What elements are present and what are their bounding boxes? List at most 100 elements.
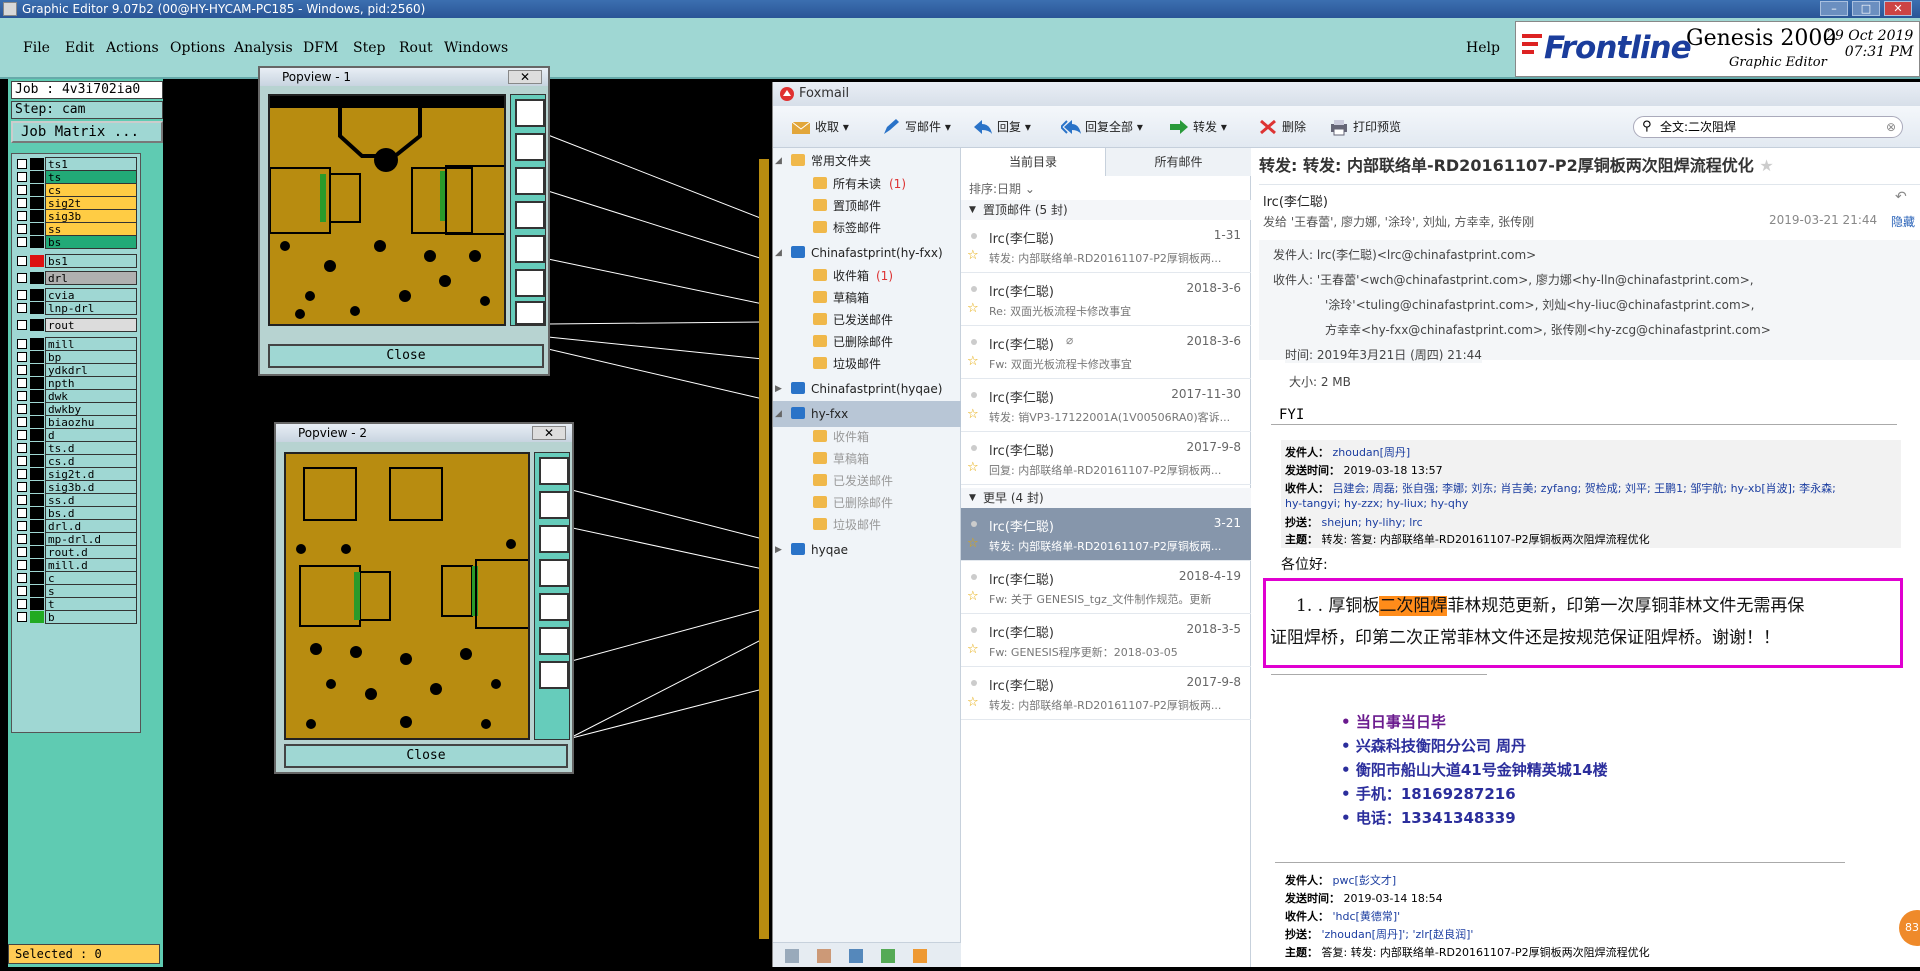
layer-name[interactable]: mill.d bbox=[45, 558, 137, 572]
layer-name[interactable]: bs1 bbox=[45, 254, 137, 268]
layer-name[interactable]: dwk bbox=[45, 389, 137, 403]
layer-color-swatch[interactable] bbox=[30, 289, 44, 301]
layer-color-swatch[interactable] bbox=[30, 184, 44, 196]
layer-color-swatch[interactable] bbox=[30, 236, 44, 248]
layer-checkbox[interactable] bbox=[17, 211, 27, 221]
layer-checkbox[interactable] bbox=[17, 469, 27, 479]
layer-row[interactable]: cs.d bbox=[14, 454, 139, 468]
layer-checkbox[interactable] bbox=[17, 612, 27, 622]
layer-color-swatch[interactable] bbox=[30, 598, 44, 610]
star-icon[interactable]: ☆ bbox=[967, 589, 979, 604]
layer-row[interactable]: bp bbox=[14, 350, 139, 364]
layer-checkbox[interactable] bbox=[17, 404, 27, 414]
layer-row[interactable]: ts bbox=[14, 170, 139, 184]
layer-checkbox[interactable] bbox=[17, 586, 27, 596]
layer-row[interactable]: drl bbox=[14, 271, 139, 285]
notes-shortcut-icon[interactable] bbox=[881, 949, 895, 963]
zoom-out-icon[interactable] bbox=[515, 301, 545, 325]
reply-arrow-icon[interactable]: ↶ bbox=[1895, 189, 1907, 205]
layer-name[interactable]: ss.d bbox=[45, 493, 137, 507]
q2-from-value[interactable]: pwc[彭文才] bbox=[1333, 874, 1397, 887]
pan-down-icon[interactable] bbox=[539, 525, 569, 553]
layer-row[interactable]: ts1 bbox=[14, 157, 139, 171]
layer-row[interactable]: bs bbox=[14, 235, 139, 249]
layer-color-swatch[interactable] bbox=[30, 455, 44, 467]
popview-2-canvas[interactable] bbox=[284, 452, 530, 740]
layer-row[interactable]: rout bbox=[14, 318, 139, 332]
forward-button[interactable]: 转发 ▾ bbox=[1169, 118, 1227, 136]
star-icon[interactable]: ☆ bbox=[967, 695, 979, 710]
layer-name[interactable]: sig2t.d bbox=[45, 467, 137, 481]
read-status-dot[interactable] bbox=[971, 339, 977, 345]
layer-row[interactable]: cs bbox=[14, 183, 139, 197]
layer-color-swatch[interactable] bbox=[30, 319, 44, 331]
popview-2-close-icon[interactable]: ✕ bbox=[532, 426, 566, 440]
layer-checkbox[interactable] bbox=[17, 339, 27, 349]
layer-name[interactable]: cs.d bbox=[45, 454, 137, 468]
layer-color-swatch[interactable] bbox=[30, 302, 44, 314]
layer-color-swatch[interactable] bbox=[30, 403, 44, 415]
clear-search-icon[interactable]: ⊗ bbox=[1886, 117, 1896, 137]
layer-name[interactable]: ts bbox=[45, 170, 137, 184]
layer-name[interactable]: b bbox=[45, 610, 137, 624]
mail-list-item[interactable]: ☆ lrc(李仁聪) 2017-9-8 回复: 内部联络单-RD20161107-P2… bbox=[961, 432, 1251, 485]
layer-row[interactable]: ts.d bbox=[14, 441, 139, 455]
menu-windows[interactable]: Windows bbox=[444, 40, 508, 56]
layer-checkbox[interactable] bbox=[17, 573, 27, 583]
layer-row[interactable]: mill bbox=[14, 337, 139, 351]
calendar-shortcut-icon[interactable] bbox=[849, 949, 863, 963]
layer-color-swatch[interactable] bbox=[30, 585, 44, 597]
layer-row[interactable]: bs.d bbox=[14, 506, 139, 520]
layer-name[interactable]: rout bbox=[45, 318, 137, 332]
layer-checkbox[interactable] bbox=[17, 534, 27, 544]
minimize-button[interactable]: – bbox=[1820, 1, 1848, 16]
delete-button[interactable]: 删除 bbox=[1258, 118, 1306, 136]
read-status-dot[interactable] bbox=[971, 445, 977, 451]
layer-checkbox[interactable] bbox=[17, 290, 27, 300]
menu-actions[interactable]: Actions bbox=[106, 40, 159, 56]
mail-list-item[interactable]: ☆ lrc(李仁聪) ⌀ 2018-3-6 Fw: 双面光板流程卡修改事宜 bbox=[961, 326, 1251, 379]
layer-color-swatch[interactable] bbox=[30, 158, 44, 170]
layer-name[interactable]: biaozhu bbox=[45, 415, 137, 429]
read-status-dot[interactable] bbox=[971, 680, 977, 686]
q1-to-value[interactable]: 吕建会; 周磊; 张自强; 李娜; 刘东; 肖吉美; zyfang; 贺检成; … bbox=[1333, 482, 1836, 495]
layer-color-swatch[interactable] bbox=[30, 171, 44, 183]
mail-list-item[interactable]: ☆ lrc(李仁聪) 2017-11-30 转发: 销VP3-17122001A(1V… bbox=[961, 379, 1251, 432]
layer-name[interactable]: ts1 bbox=[45, 157, 137, 171]
layer-checkbox[interactable] bbox=[17, 599, 27, 609]
layer-name[interactable]: s bbox=[45, 584, 137, 598]
layer-color-swatch[interactable] bbox=[30, 416, 44, 428]
star-icon[interactable]: ☆ bbox=[967, 460, 979, 475]
layer-row[interactable]: npth bbox=[14, 376, 139, 390]
layer-checkbox[interactable] bbox=[17, 391, 27, 401]
zoom-in-icon[interactable] bbox=[539, 627, 569, 655]
menu-dfm[interactable]: DFM bbox=[303, 40, 338, 56]
pan-right-icon[interactable] bbox=[539, 593, 569, 621]
layer-color-swatch[interactable] bbox=[30, 494, 44, 506]
layer-name[interactable]: mp-drl.d bbox=[45, 532, 137, 546]
layer-row[interactable]: ss bbox=[14, 222, 139, 236]
layer-checkbox[interactable] bbox=[17, 365, 27, 375]
mail-list-item[interactable]: ☆ lrc(李仁聪) 2017-9-8 转发: 内部联络单-RD20161107-P2… bbox=[961, 667, 1251, 720]
mail-list-item[interactable]: ☆ lrc(李仁聪) 2018-3-5 Fw: GENESIS程序更新：2018-03… bbox=[961, 614, 1251, 667]
layer-row[interactable]: lnp-drl bbox=[14, 301, 139, 315]
popview-2-close-button[interactable]: Close bbox=[284, 744, 568, 768]
layer-row[interactable]: dwkby bbox=[14, 402, 139, 416]
layer-name[interactable]: sig2t bbox=[45, 196, 137, 210]
read-status-dot[interactable] bbox=[971, 286, 977, 292]
close-window-button[interactable]: ✕ bbox=[1884, 1, 1912, 16]
layer-checkbox[interactable] bbox=[17, 508, 27, 518]
layer-checkbox[interactable] bbox=[17, 320, 27, 330]
layer-name[interactable]: ts.d bbox=[45, 441, 137, 455]
layer-name[interactable]: t bbox=[45, 597, 137, 611]
layer-row[interactable]: rout.d bbox=[14, 545, 139, 559]
sort-dropdown[interactable]: 排序:日期 ⌄ bbox=[969, 178, 1035, 200]
layer-checkbox[interactable] bbox=[17, 352, 27, 362]
hide-details-link[interactable]: 隐藏 bbox=[1891, 213, 1915, 230]
zoom-out-icon[interactable] bbox=[539, 661, 569, 689]
group-pinned[interactable]: ▼ 置顶邮件 (5 封) bbox=[961, 200, 1251, 220]
sender-name[interactable]: lrc(李仁聪) bbox=[1263, 191, 1328, 210]
compose-button[interactable]: 写邮件 ▾ bbox=[881, 118, 951, 136]
menu-help[interactable]: Help bbox=[1466, 40, 1500, 56]
layer-row[interactable]: drl.d bbox=[14, 519, 139, 533]
